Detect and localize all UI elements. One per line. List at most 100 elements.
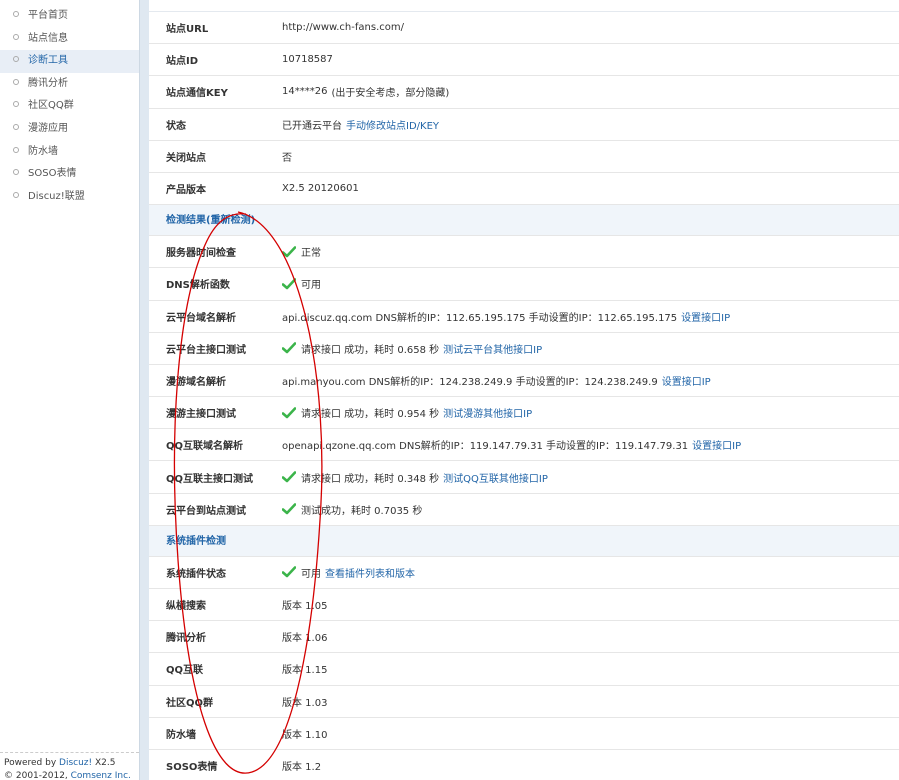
- sidebar-menu: 平台首页 站点信息 诊断工具 腾讯分析 社区QQ群 漫游应用 防水墙 SOSO表…: [0, 0, 139, 208]
- row-label: 纵横搜索: [166, 601, 206, 613]
- row-label: 系统插件状态: [166, 568, 226, 580]
- row-label: 状态: [166, 120, 186, 132]
- test-qq-api-link[interactable]: 测试QQ互联其他接口IP: [443, 470, 548, 485]
- row-value: 正常: [282, 244, 321, 259]
- bullet-icon: [13, 146, 19, 153]
- table-row: QQ互联域名解析 openapi.qzone.qq.com DNS解析的IP：1…: [149, 429, 899, 462]
- sidebar-item-diagnostics[interactable]: 诊断工具: [0, 50, 139, 73]
- view-plugin-list-link[interactable]: 查看插件列表和版本: [325, 565, 415, 580]
- row-label: 社区QQ群: [166, 697, 214, 709]
- row-label: 云平台域名解析: [166, 312, 236, 324]
- check-value: 可用: [301, 280, 321, 292]
- row-label: 漫游主接口测试: [166, 409, 236, 421]
- row-value: 请求接口 成功，耗时 0.658 秒测试云平台其他接口IP: [282, 341, 542, 356]
- sidebar-item-soso-emoticons[interactable]: SOSO表情: [0, 163, 139, 186]
- sidebar-item-qq-group[interactable]: 社区QQ群: [0, 95, 139, 118]
- row-label: 站点URL: [166, 24, 209, 36]
- table-row: DNS解析函数 可用: [149, 268, 899, 301]
- section-title: 检测结果(重新检测): [166, 215, 256, 227]
- row-label: QQ互联域名解析: [166, 441, 244, 453]
- check-results-header[interactable]: 检测结果(重新检测): [149, 205, 899, 237]
- sidebar-item-label: 漫游应用: [28, 122, 68, 134]
- powered-by: Powered by Discuz! X2.5: [4, 757, 139, 770]
- row-label: 云平台主接口测试: [166, 344, 246, 356]
- sidebar-item-label: 平台首页: [28, 10, 68, 21]
- check-value: 正常: [301, 248, 321, 260]
- table-row: 服务器时间检查 正常: [149, 236, 899, 269]
- set-api-ip-link[interactable]: 设置接口IP: [681, 309, 730, 324]
- sidebar-item-tencent-analysis[interactable]: 腾讯分析: [0, 73, 139, 96]
- main-content: 站点URL http://www.ch-fans.com/ 站点ID 10718…: [149, 0, 899, 780]
- row-label: QQ互联: [166, 665, 204, 677]
- sidebar-item-firewall[interactable]: 防水墙: [0, 141, 139, 164]
- bullet-icon: [13, 191, 19, 198]
- row-value: 版本 1.06: [282, 633, 328, 645]
- row-value: 版本 1.2: [282, 762, 322, 774]
- bullet-icon: [13, 169, 19, 176]
- bullet-icon: [13, 11, 19, 17]
- table-row: 系统插件状态 可用 查看插件列表和版本: [149, 557, 899, 589]
- bullet-icon: [13, 101, 19, 108]
- test-cloud-api-link[interactable]: 测试云平台其他接口IP: [443, 341, 542, 356]
- check-icon: [282, 471, 296, 483]
- row-label: 产品版本: [166, 185, 206, 197]
- row-label: QQ互联主接口测试: [166, 473, 254, 485]
- sidebar-gutter: [139, 0, 149, 780]
- row-value: 已开通云平台 手动修改站点ID/KEY: [282, 117, 439, 132]
- row-value: 可用: [282, 276, 321, 291]
- table-row: QQ互联 版本 1.15: [149, 653, 899, 686]
- row-label: SOSO表情: [166, 762, 218, 774]
- table-row: QQ互联主接口测试 请求接口 成功，耗时 0.348 秒测试QQ互联其他接口IP: [149, 461, 899, 494]
- row-label: 漫游域名解析: [166, 376, 226, 388]
- top-divider: [149, 0, 899, 12]
- api-result: 请求接口 成功，耗时 0.954 秒: [301, 409, 440, 421]
- check-icon: [282, 245, 296, 258]
- comsenz-link[interactable]: Comsenz Inc.: [71, 771, 131, 780]
- sidebar-item-site-info[interactable]: 站点信息: [0, 28, 139, 51]
- row-value: 可用 查看插件列表和版本: [282, 565, 415, 580]
- edit-site-id-key-link[interactable]: 手动修改站点ID/KEY: [346, 117, 439, 132]
- key-note: (出于安全考虑，部分隐藏): [331, 88, 450, 100]
- row-value: 版本 1.10: [282, 729, 328, 741]
- table-row: 站点通信KEY 14****26 (出于安全考虑，部分隐藏): [149, 76, 899, 109]
- row-value: 测试成功，耗时 0.7035 秒: [282, 502, 422, 517]
- row-label: 站点通信KEY: [166, 88, 228, 100]
- discuz-link[interactable]: Discuz!: [59, 758, 92, 768]
- dns-result: api.discuz.qq.com DNS解析的IP：112.65.195.17…: [282, 312, 678, 324]
- section-title: 系统插件检测: [166, 535, 226, 547]
- table-row: 状态 已开通云平台 手动修改站点ID/KEY: [149, 109, 899, 141]
- sidebar-item-label: 站点信息: [28, 32, 68, 44]
- sidebar-item-label: Discuz!联盟: [28, 190, 85, 202]
- sidebar-item-label: 防水墙: [28, 145, 58, 157]
- table-row: 漫游主接口测试 请求接口 成功，耗时 0.954 秒测试漫游其他接口IP: [149, 397, 899, 430]
- row-value: 14****26 (出于安全考虑，部分隐藏): [282, 84, 449, 99]
- check-icon: [282, 566, 296, 578]
- set-api-ip-link[interactable]: 设置接口IP: [662, 373, 711, 388]
- sidebar-item-label: 腾讯分析: [28, 77, 68, 89]
- site-test-result: 测试成功，耗时 0.7035 秒: [301, 505, 423, 517]
- row-label: 腾讯分析: [166, 633, 206, 645]
- row-value: 10718587: [282, 54, 333, 66]
- row-value: openapi.qzone.qq.com DNS解析的IP：119.147.79…: [282, 437, 741, 452]
- row-value: 版本 1.03: [282, 697, 328, 709]
- powered-prefix: Powered by: [4, 758, 60, 768]
- powered-version: X2.5: [92, 758, 116, 768]
- sidebar-item-label: 社区QQ群: [28, 100, 74, 112]
- table-row: 云平台域名解析 api.discuz.qq.com DNS解析的IP：112.6…: [149, 301, 899, 333]
- row-label: 关闭站点: [166, 152, 206, 164]
- copyright-prefix: © 2001-2012,: [4, 771, 71, 780]
- sidebar-item-label: SOSO表情: [28, 168, 77, 180]
- table-row: 腾讯分析 版本 1.06: [149, 621, 899, 654]
- sidebar-item-home[interactable]: 平台首页: [0, 5, 139, 28]
- check-icon: [282, 406, 296, 419]
- table-row: 站点ID 10718587: [149, 44, 899, 77]
- bullet-icon: [13, 78, 19, 85]
- test-manyou-api-link[interactable]: 测试漫游其他接口IP: [443, 405, 532, 420]
- set-api-ip-link[interactable]: 设置接口IP: [692, 437, 741, 452]
- check-icon: [282, 503, 296, 515]
- row-label: 云平台到站点测试: [166, 505, 246, 517]
- sidebar-item-union[interactable]: Discuz!联盟: [0, 186, 139, 209]
- sidebar-item-manyou-apps[interactable]: 漫游应用: [0, 118, 139, 141]
- plugin-check-header: 系统插件检测: [149, 525, 899, 557]
- row-value: 版本 1.15: [282, 665, 328, 677]
